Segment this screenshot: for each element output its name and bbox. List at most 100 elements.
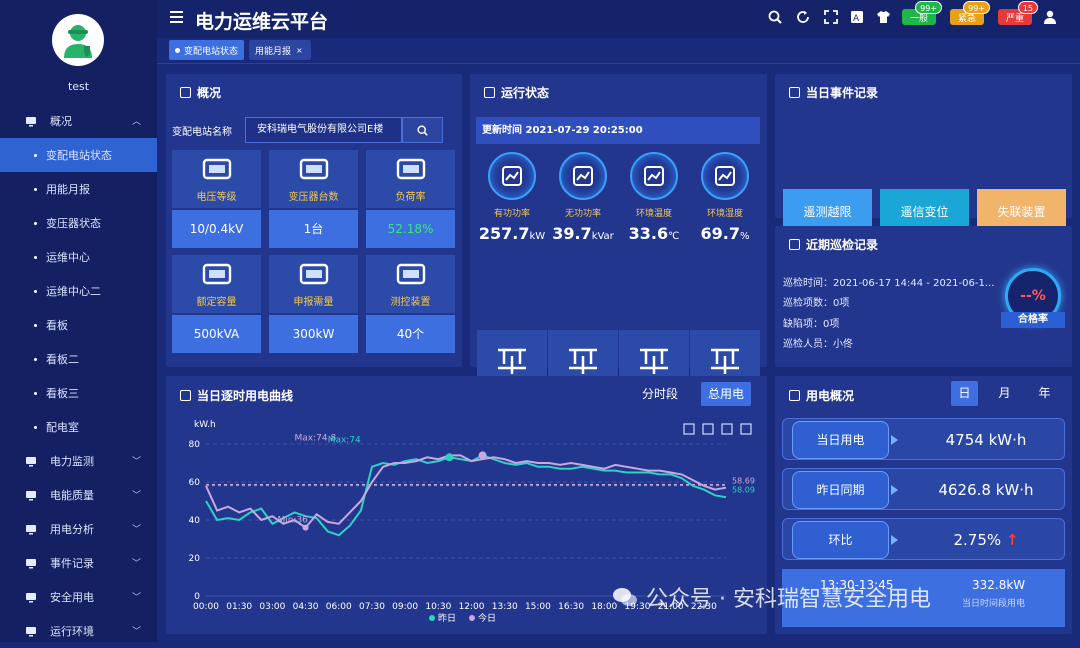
sidebar-item-8[interactable]: 看板三 — [0, 376, 157, 410]
menu-toggle-icon[interactable] — [170, 11, 183, 24]
sidebar-item-label: 变配电站状态 — [46, 149, 112, 162]
x-tick-label: 16:30 — [558, 602, 584, 612]
stat-card-4: 申报需量 300kW — [269, 255, 358, 353]
metric-label: 环境湿度 — [706, 209, 743, 219]
document-icon — [789, 239, 800, 250]
sidebar-item-5[interactable]: 运维中心二 — [0, 274, 157, 308]
bullet-dot-icon — [34, 154, 37, 157]
x-tick-label: 09:00 — [392, 602, 418, 612]
x-tick-label: 04:30 — [293, 602, 319, 612]
usage-ratio-row: 环比 2.75% ↑ — [782, 518, 1065, 560]
bullet-dot-icon — [34, 222, 37, 225]
sidebar-item-label: 用能月报 — [46, 183, 90, 196]
sidebar-item-12[interactable]: 用电分析 ﹀ — [0, 512, 157, 546]
avatar[interactable] — [52, 14, 104, 66]
sidebar-item-11[interactable]: 电能质量 ﹀ — [0, 478, 157, 512]
running-status-title: 运行状态 — [484, 84, 549, 101]
top-bar: 电力运维云平台 A 一般 99+ 紧急 99+ 严重 15 — [157, 0, 1080, 38]
sidebar-item-label: 看板三 — [46, 387, 79, 400]
bullet-dot-icon — [34, 358, 37, 361]
active-dot-icon — [175, 47, 180, 53]
load-chart-icon — [395, 156, 427, 184]
sidebar-item-6[interactable]: 看板 — [0, 308, 157, 342]
sidebar-item-2[interactable]: 用能月报 — [0, 172, 157, 206]
language-icon[interactable]: A — [849, 9, 865, 25]
inspection-person: 巡检人员：小佟 — [783, 339, 853, 350]
camera-icon — [565, 344, 601, 378]
alarm-urgent-button[interactable]: 紧急 99+ — [950, 1, 990, 25]
sidebar-item-15[interactable]: 运行环境 ﹀ — [0, 614, 157, 648]
tab-bar: 变配电站状态 用能月报 × — [157, 38, 1080, 64]
metric-value: 33.6℃ — [628, 224, 680, 243]
max-label-yesterday: Max:74 — [328, 435, 361, 445]
sidebar-item-7[interactable]: 看板二 — [0, 342, 157, 376]
zoom-icon[interactable] — [683, 423, 695, 435]
inspection-count: 巡检项数：0项 — [783, 298, 850, 309]
period-year-button[interactable]: 年 — [1031, 381, 1058, 406]
y-tick-label: 80 — [189, 440, 201, 450]
username: test — [67, 80, 90, 93]
chevron-down-icon: ﹀ — [131, 627, 141, 637]
zoom-reset-icon[interactable] — [702, 423, 714, 435]
trend-up-icon: ↑ — [1005, 531, 1019, 549]
metric-label: 有功功率 — [493, 209, 530, 219]
monitor-icon — [24, 115, 38, 127]
restore-icon[interactable] — [721, 423, 733, 435]
station-select[interactable]: 安科瑞电气股份有限公司E楼 — [245, 117, 402, 143]
metric-label: 环境温度 — [635, 209, 672, 219]
search-icon[interactable] — [767, 9, 783, 25]
transformer-icon — [636, 344, 672, 378]
period-day-button[interactable]: 日 — [951, 381, 978, 406]
search-icon — [417, 124, 428, 136]
sidebar-item-label: 安全用电 — [50, 591, 94, 604]
period-month-button[interactable]: 月 — [991, 381, 1018, 406]
events-panel: 当日事件记录 遥测越限2次遥信变位4次失联装置2次 — [775, 74, 1072, 284]
station-search-button[interactable] — [402, 117, 443, 143]
alarm-serious-button[interactable]: 严重 15 — [998, 1, 1038, 25]
tab-station-status[interactable]: 变配电站状态 — [169, 40, 244, 60]
usage-yesterday-row: 昨日同期 4626.8 kW·h — [782, 468, 1065, 510]
download-icon[interactable] — [740, 423, 752, 435]
theme-shirt-icon[interactable] — [875, 9, 891, 25]
sidebar-item-0[interactable]: 概况 ︿ — [0, 104, 157, 138]
x-tick-label: 12:00 — [459, 602, 485, 612]
legend-marker — [469, 615, 475, 621]
sidebar-item-10[interactable]: 电力监测 ﹀ — [0, 444, 157, 478]
arrow-right-icon — [891, 485, 898, 495]
sidebar-item-4[interactable]: 运维中心 — [0, 240, 157, 274]
sidebar-item-label: 运维中心二 — [46, 285, 101, 298]
stat-card-5: 测控装置 40个 — [366, 255, 455, 353]
distribution-icon — [494, 344, 530, 378]
running-status-panel: 运行状态 更新时间 2021-07-29 20:25:00 有功功率 257.7k… — [470, 74, 767, 434]
chevron-down-icon: ﹀ — [131, 491, 141, 501]
chevron-down-icon: ﹀ — [131, 457, 141, 467]
x-tick-label: 07:30 — [359, 602, 385, 612]
refresh-icon[interactable] — [795, 9, 811, 25]
sidebar-item-14[interactable]: 安全用电 ﹀ — [0, 580, 157, 614]
fullscreen-icon[interactable] — [823, 9, 839, 25]
stat-label: 额定容量 — [196, 297, 237, 308]
sidebar-item-1[interactable]: 变配电站状态 — [0, 138, 157, 172]
inspection-title: 近期巡检记录 — [789, 236, 878, 253]
close-icon[interactable]: × — [296, 46, 303, 55]
avg-label-2: 58.09 — [732, 486, 755, 495]
user-icon[interactable] — [1042, 9, 1058, 25]
alarm-general-button[interactable]: 一般 99+ — [902, 1, 942, 25]
sidebar-item-3[interactable]: 变压器状态 — [0, 206, 157, 240]
tab-energy-report[interactable]: 用能月报 × — [249, 40, 311, 60]
capacity-icon — [201, 261, 233, 289]
x-tick-label: 03:00 — [259, 602, 285, 612]
inspection-time: 巡检时间：2021-06-17 14:44 - 2021-06-1... — [783, 278, 995, 289]
sidebar-item-label: 电力监测 — [50, 455, 94, 468]
bullet-dot-icon — [34, 256, 37, 259]
max-point-yesterday — [445, 453, 454, 462]
peak-note: 当日时间段用电 — [962, 599, 1026, 609]
record-icon — [24, 557, 38, 569]
alarm-urgent-count: 99+ — [963, 1, 990, 14]
usage-yesterday-label: 昨日同期 — [792, 471, 889, 509]
max-point-today — [478, 451, 487, 460]
sidebar-item-9[interactable]: 配电室 — [0, 410, 157, 444]
x-tick-label: 01:30 — [226, 602, 252, 612]
sidebar-item-13[interactable]: 事件记录 ﹀ — [0, 546, 157, 580]
overview-title: 概况 — [180, 84, 221, 101]
